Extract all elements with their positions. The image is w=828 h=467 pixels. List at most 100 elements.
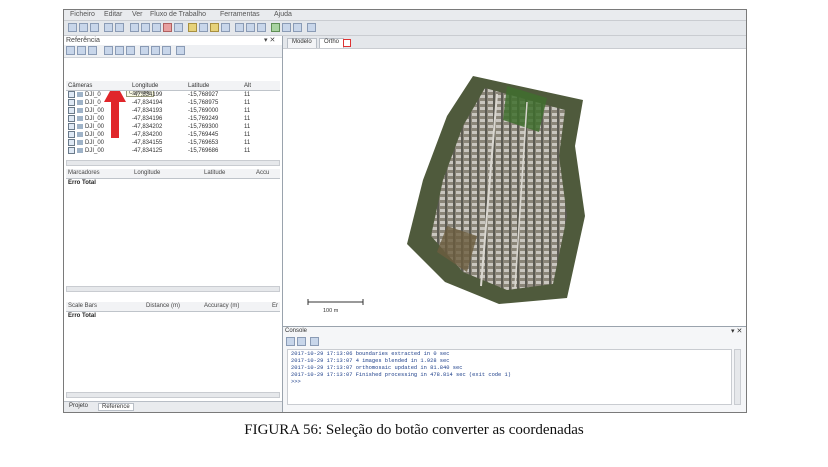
camera-icon (77, 148, 83, 154)
zoom-out-icon[interactable] (246, 23, 255, 32)
reset-view-icon[interactable] (257, 23, 266, 32)
menu-ver[interactable]: Ver (132, 11, 143, 18)
convert-icon[interactable] (104, 46, 113, 55)
rotate-icon[interactable] (152, 23, 161, 32)
cell: DJI_0 (85, 100, 101, 107)
checkbox[interactable] (68, 131, 75, 139)
import-icon[interactable] (66, 46, 75, 55)
cameras-icon[interactable] (221, 23, 230, 32)
screenshot-window: Ficheiro Editar Ver Fluxo de Trabalho Fe… (63, 9, 747, 413)
delete-icon[interactable] (163, 23, 172, 32)
checkbox[interactable] (68, 99, 75, 107)
col-latitude[interactable]: Latitude (186, 81, 242, 91)
col-alt[interactable]: Alt (242, 81, 280, 91)
table-row[interactable]: DJI_00 -47,834196 -15,769249 11 (66, 115, 280, 123)
layers-icon[interactable] (293, 23, 302, 32)
cell: 11 (244, 116, 251, 122)
grid-icon[interactable] (271, 23, 280, 32)
markers-scrollbar[interactable] (66, 286, 280, 292)
table-row[interactable]: DJI_00 -47,834125 -15,769686 11 (66, 147, 280, 155)
col-markers[interactable]: Marcadores (68, 170, 100, 176)
crop-icon[interactable] (174, 23, 183, 32)
open-icon[interactable] (79, 23, 88, 32)
save-icon[interactable] (90, 23, 99, 32)
cell: -15,768927 (188, 92, 219, 98)
frame-icon[interactable] (282, 23, 291, 32)
cell: -15,769653 (188, 140, 219, 146)
panel-close-icon[interactable]: ▾ ✕ (264, 36, 275, 45)
col-distance[interactable]: Distance (m) (146, 303, 180, 309)
cameras-header-row: Câmeras Longitude Latitude Alt (66, 81, 280, 91)
tab-projeto[interactable]: Projeto (66, 403, 91, 409)
navigation-icon[interactable] (141, 23, 150, 32)
camera-icon (77, 108, 83, 114)
table-row[interactable]: DJI_0 -47,834194 -15,768975 11 (66, 99, 280, 107)
col-marker-longitude[interactable]: Longitude (134, 170, 160, 176)
redo-icon[interactable] (115, 23, 124, 32)
console-run-icon[interactable] (310, 337, 319, 346)
table-row[interactable]: DJI_00 -47,834193 -15,769000 11 (66, 107, 280, 115)
scalebars-scrollbar[interactable] (66, 392, 280, 398)
table-row[interactable]: DJI_00 -47,834202 -15,769300 11 (66, 123, 280, 131)
menu-ferramentas[interactable]: Ferramentas (220, 11, 260, 18)
col-marker-accuracy[interactable]: Accu (256, 170, 269, 176)
undo-icon[interactable] (104, 23, 113, 32)
markers-header: Marcadores Longitude Latitude Accu (66, 169, 280, 179)
col-scalebars[interactable]: Scale Bars (68, 303, 97, 309)
menu-fluxo[interactable]: Fluxo de Trabalho (150, 11, 206, 18)
select-icon[interactable] (130, 23, 139, 32)
pointer-icon[interactable] (115, 46, 124, 55)
reference-panel: Referência ▾ ✕ Converter Câmeras Longitu… (64, 36, 283, 412)
table-row[interactable]: DJI_0 -47,834199 -15,768927 11 (66, 91, 280, 100)
menu-ajuda[interactable]: Ajuda (274, 11, 292, 18)
checkbox[interactable] (68, 123, 75, 131)
new-icon[interactable] (68, 23, 77, 32)
checkbox[interactable] (68, 139, 75, 147)
model-icon[interactable] (199, 23, 208, 32)
texture-icon[interactable] (210, 23, 219, 32)
col-longitude[interactable]: Longitude (130, 81, 186, 91)
cell: -15,769445 (188, 132, 219, 138)
checkbox[interactable] (68, 91, 75, 99)
cell: -47,834193 (132, 108, 163, 114)
log-prompt[interactable]: >>> (291, 379, 728, 386)
log-line: 2017-10-29 17:13:07 4 images blended in … (291, 358, 450, 364)
table-row[interactable]: DJI_00 -47,834200 -15,769445 11 (66, 131, 280, 139)
menu-ficheiro[interactable]: Ficheiro (70, 11, 95, 18)
main-toolbar (64, 21, 746, 36)
log-line: 2017-10-29 17:13:06 boundaries extracted… (291, 351, 450, 357)
col-marker-latitude[interactable]: Latitude (204, 170, 225, 176)
tools-icon[interactable] (176, 46, 185, 55)
view-estimated-icon[interactable] (151, 46, 160, 55)
camera-icon (77, 140, 83, 146)
settings-icon[interactable] (307, 23, 316, 32)
cell: -15,769249 (188, 116, 219, 122)
tab-modelo[interactable]: Modelo (287, 38, 317, 48)
table-row[interactable]: DJI_00 -47,834155 -15,769653 11 (66, 139, 280, 147)
view-errors-icon[interactable] (162, 46, 171, 55)
table-icon[interactable] (88, 46, 97, 55)
zoom-in-icon[interactable] (235, 23, 244, 32)
update-icon[interactable] (126, 46, 135, 55)
col-accuracy[interactable]: Accuracy (m) (204, 303, 239, 309)
tab-ortho[interactable]: Ortho (319, 38, 345, 48)
console-scrollbar[interactable] (734, 349, 741, 405)
checkbox[interactable] (68, 107, 75, 115)
console-close-icon[interactable]: ▾ ✕ (731, 327, 742, 335)
menu-editar[interactable]: Editar (104, 11, 122, 18)
console-panel: Console ▾ ✕ 2017-10-29 17:13:06 boundari… (283, 326, 746, 412)
points-icon[interactable] (188, 23, 197, 32)
view-source-icon[interactable] (140, 46, 149, 55)
close-tab-icon[interactable] (343, 39, 351, 47)
checkbox[interactable] (68, 147, 75, 155)
tab-reference[interactable]: Reference (98, 403, 134, 411)
cell: -47,834199 (132, 92, 163, 98)
console-save-icon[interactable] (286, 337, 295, 346)
console-clear-icon[interactable] (297, 337, 306, 346)
cell: -15,769686 (188, 148, 219, 154)
cameras-scrollbar[interactable] (66, 160, 280, 166)
col-error[interactable]: Er (272, 303, 278, 309)
col-cameras[interactable]: Câmeras (66, 81, 130, 91)
checkbox[interactable] (68, 115, 75, 123)
export-icon[interactable] (77, 46, 86, 55)
